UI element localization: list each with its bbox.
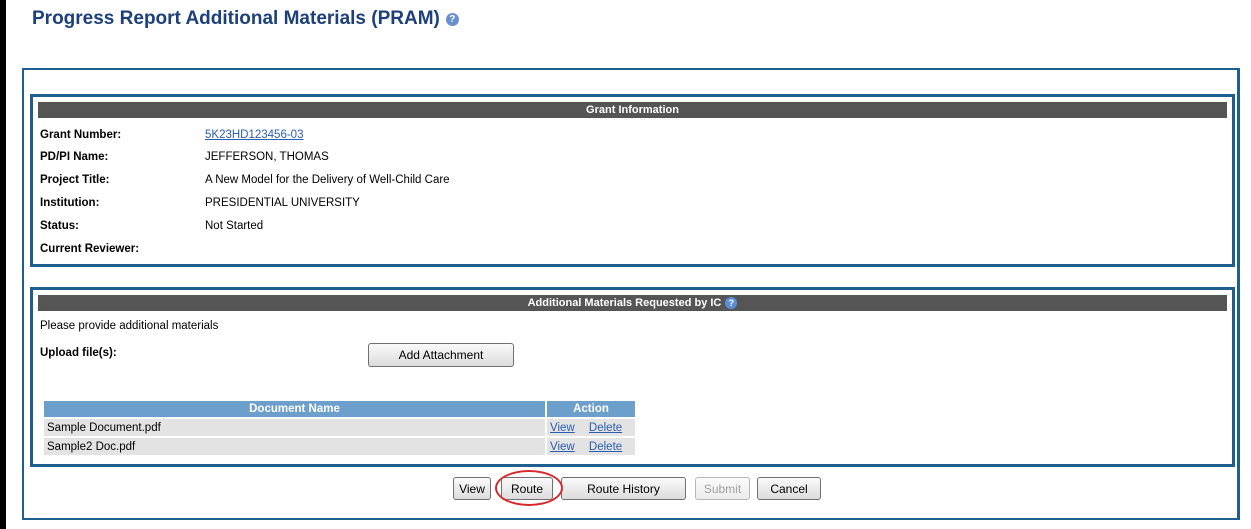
additional-materials-panel: Additional Materials Requested by IC ? P… (30, 287, 1235, 467)
route-history-button[interactable]: Route History (561, 477, 686, 500)
route-button[interactable]: Route (501, 477, 553, 500)
project-title-value: A New Model for the Delivery of Well-Chi… (205, 174, 450, 186)
table-row: Sample2 Doc.pdf View Delete (44, 438, 635, 455)
page-title: Progress Report Additional Materials (PR… (32, 8, 459, 30)
view-button[interactable]: View (453, 477, 491, 500)
action-cell: View Delete (547, 438, 635, 455)
pdpi-name-label: PD/PI Name: (40, 151, 109, 163)
view-document-link[interactable]: View (550, 441, 575, 453)
status-label: Status: (40, 220, 79, 232)
pdpi-name-value: JEFFERSON, THOMAS (205, 151, 329, 163)
view-document-link[interactable]: View (550, 422, 575, 434)
status-value: Not Started (205, 220, 264, 232)
institution-label: Institution: (40, 197, 100, 209)
grant-information-panel: Grant Information Grant Number: 5K23HD12… (30, 94, 1235, 267)
page-title-text: Progress Report Additional Materials (PR… (32, 8, 440, 29)
additional-materials-header-label: Additional Materials Requested by IC (527, 297, 722, 309)
table-row: Sample Document.pdf View Delete (44, 419, 635, 436)
add-attachment-button[interactable]: Add Attachment (368, 343, 514, 367)
question-circle-icon[interactable]: ? (725, 297, 738, 309)
action-column-header: Action (547, 401, 635, 417)
institution-value: PRESIDENTIAL UNIVERSITY (205, 197, 360, 209)
left-edge-bar (0, 0, 6, 529)
document-name-cell: Sample Document.pdf (44, 419, 545, 436)
grant-number-link[interactable]: 5K23HD123456-03 (205, 127, 303, 143)
additional-materials-header: Additional Materials Requested by IC ? (38, 295, 1227, 311)
document-name-cell: Sample2 Doc.pdf (44, 438, 545, 455)
cancel-button[interactable]: Cancel (757, 477, 821, 500)
materials-instructions: Please provide additional materials (40, 320, 219, 332)
action-cell: View Delete (547, 419, 635, 436)
project-title-label: Project Title: (40, 174, 110, 186)
question-circle-icon[interactable]: ? (445, 12, 459, 26)
delete-document-link[interactable]: Delete (589, 422, 622, 434)
documents-table-header-row: Document Name Action (44, 401, 635, 417)
documents-table: Document Name Action Sample Document.pdf… (42, 399, 637, 457)
submit-button: Submit (695, 477, 750, 500)
document-name-column-header: Document Name (44, 401, 545, 417)
upload-files-label: Upload file(s): (40, 347, 117, 359)
current-reviewer-label: Current Reviewer: (40, 243, 140, 255)
grant-information-header-label: Grant Information (586, 104, 679, 116)
grant-information-header: Grant Information (38, 102, 1227, 118)
grant-number-label: Grant Number: (40, 129, 122, 141)
delete-document-link[interactable]: Delete (589, 441, 622, 453)
